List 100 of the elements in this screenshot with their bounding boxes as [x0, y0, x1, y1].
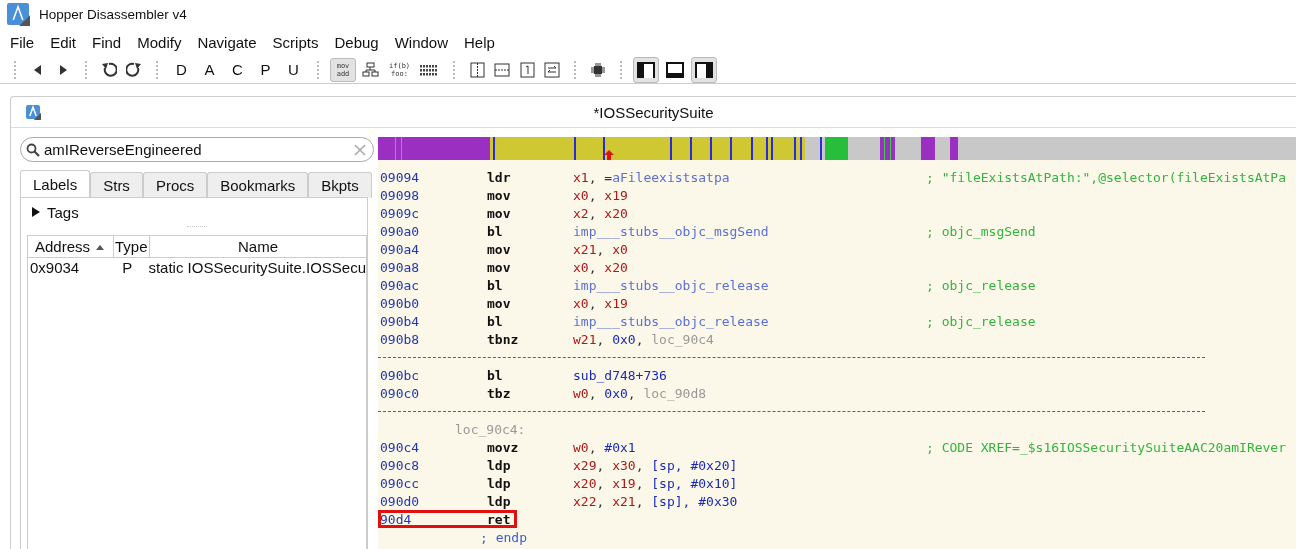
- operands: x21, x0: [573, 241, 629, 257]
- address[interactable]: 090b4: [380, 313, 487, 329]
- mnemonic: mov: [487, 259, 511, 275]
- left-panel-toggle[interactable]: [633, 56, 660, 83]
- search-field[interactable]: amIReverseEngineered: [20, 137, 374, 162]
- operands: x0, x20: [573, 259, 629, 275]
- menu-item[interactable]: Window: [386, 33, 456, 51]
- mnemonic: tbz: [487, 385, 511, 401]
- address[interactable]: 09094: [380, 169, 487, 185]
- sidebar-tab[interactable]: Procs: [142, 172, 208, 198]
- mnemonic: bl: [487, 277, 503, 293]
- comment: ; objc_release: [926, 277, 1036, 293]
- operands: w0, #0x1: [573, 439, 637, 455]
- address[interactable]: 090d0: [380, 493, 487, 509]
- chip-icon: [590, 61, 607, 78]
- sort-arrow-icon: [96, 243, 105, 250]
- mnemonic: mov: [487, 295, 511, 311]
- comment: ; CODE XREF=_$s16IOSSecuritySuiteAAC20amIRever: [926, 439, 1287, 455]
- comment: ; objc_msgSend: [926, 223, 1036, 239]
- sidebar-tab[interactable]: Bookmarks: [207, 172, 309, 198]
- search-icon: [26, 143, 40, 157]
- mnemonic: mov: [487, 187, 511, 203]
- letter-button[interactable]: P: [253, 57, 278, 82]
- letter-button[interactable]: D: [169, 57, 194, 82]
- table-cell-text: 0x9034: [29, 259, 81, 276]
- right-panel-toggle[interactable]: [691, 56, 718, 83]
- menu-item[interactable]: File: [2, 33, 43, 51]
- comment: ; objc_release: [926, 313, 1036, 329]
- code-label: loc_90c4:: [454, 421, 526, 437]
- column-header[interactable]: Address: [28, 236, 114, 257]
- operands: x1, =aFileexistsatpa: [573, 169, 731, 185]
- operands: x22, x21, [sp], #0x30: [573, 493, 739, 509]
- address[interactable]: 090bc: [380, 367, 487, 383]
- mnemonic: ldp: [487, 457, 511, 473]
- bottom-panel-icon: [666, 61, 685, 78]
- split-horizontal-icon: [494, 61, 511, 78]
- menu-item[interactable]: Edit: [42, 33, 85, 51]
- operands: x2, x20: [573, 205, 629, 221]
- left-panel-icon: [637, 61, 656, 78]
- mnemonic: ret: [487, 511, 511, 527]
- clear-icon: [354, 144, 366, 156]
- address[interactable]: 090b8: [380, 331, 487, 347]
- operands: imp___stubs__objc_release: [573, 277, 770, 293]
- right-panel-icon: [695, 61, 714, 78]
- operands: sub_d748+736: [573, 367, 668, 383]
- redo-icon: [126, 61, 142, 78]
- number-format-icon: [519, 61, 536, 78]
- split-vertical-icon: [469, 61, 486, 78]
- column-header[interactable]: Type: [114, 236, 150, 257]
- address[interactable]: 0909c: [380, 205, 487, 221]
- menu-item[interactable]: Find: [84, 33, 130, 51]
- address[interactable]: 090a4: [380, 241, 487, 257]
- mnemonic: tbnz: [487, 331, 519, 347]
- address[interactable]: 09098: [380, 187, 487, 203]
- window-title: Hopper Disassembler v4: [39, 6, 187, 22]
- mnemonic: ldp: [487, 493, 511, 509]
- sidebar-tab[interactable]: Bkpts: [308, 172, 372, 198]
- address[interactable]: 090a0: [380, 223, 487, 239]
- menu-item[interactable]: Modify: [129, 33, 190, 51]
- operands: imp___stubs__objc_release: [573, 313, 770, 329]
- operands: w21, 0x0, loc_90c4: [573, 331, 715, 347]
- app-icon: [6, 2, 30, 26]
- operands: x29, x30, [sp, #0x20]: [573, 457, 739, 473]
- address[interactable]: 090c4: [380, 439, 487, 455]
- operands: x20, x19, [sp, #0x10]: [573, 475, 739, 491]
- sidebar-tab[interactable]: Strs: [90, 172, 143, 198]
- menu-item[interactable]: Debug: [326, 33, 387, 51]
- operands: imp___stubs__objc_msgSend: [573, 223, 770, 239]
- mnemonic: bl: [487, 313, 503, 329]
- table-cell-text: static IOSSecuritySuite.IOSSecu: [147, 259, 366, 276]
- menu-item[interactable]: Navigate: [189, 33, 265, 51]
- mnemonic: ldp: [487, 475, 511, 491]
- address[interactable]: 090ac: [380, 277, 487, 293]
- swap-icon: [544, 61, 561, 78]
- tags-label[interactable]: Tags: [47, 203, 79, 221]
- address[interactable]: 90d4: [380, 511, 487, 527]
- column-header[interactable]: Name: [150, 236, 366, 257]
- operands: w0, 0x0, loc_90d8: [573, 385, 708, 401]
- mnemonic: bl: [487, 223, 503, 239]
- letter-button[interactable]: A: [197, 57, 222, 82]
- address[interactable]: 090c8: [380, 457, 487, 473]
- address[interactable]: 090c0: [380, 385, 487, 401]
- menu-item[interactable]: Help: [456, 33, 503, 51]
- document-title: *IOSSecuritySuite: [592, 103, 715, 121]
- mnemonic: mov: [487, 241, 511, 257]
- operands: x0, x19: [573, 295, 629, 311]
- sidebar-tab[interactable]: Labels: [20, 170, 91, 198]
- comment: ; "fileExistsAtPath:",@selector(fileExistsAtPa: [926, 169, 1287, 185]
- menu-item[interactable]: Scripts: [264, 33, 327, 51]
- address[interactable]: 090a8: [380, 259, 487, 275]
- app-icon: [25, 104, 41, 120]
- letter-button[interactable]: U: [281, 57, 306, 82]
- address[interactable]: 090cc: [380, 475, 487, 491]
- endp-comment: ; endp: [479, 529, 527, 545]
- mnemonic: movz: [487, 439, 519, 455]
- mnemonic: ldr: [487, 169, 511, 185]
- letter-button[interactable]: C: [225, 57, 250, 82]
- address[interactable]: 090b0: [380, 295, 487, 311]
- undo-icon: [101, 61, 117, 78]
- flowchart-icon: [362, 61, 380, 78]
